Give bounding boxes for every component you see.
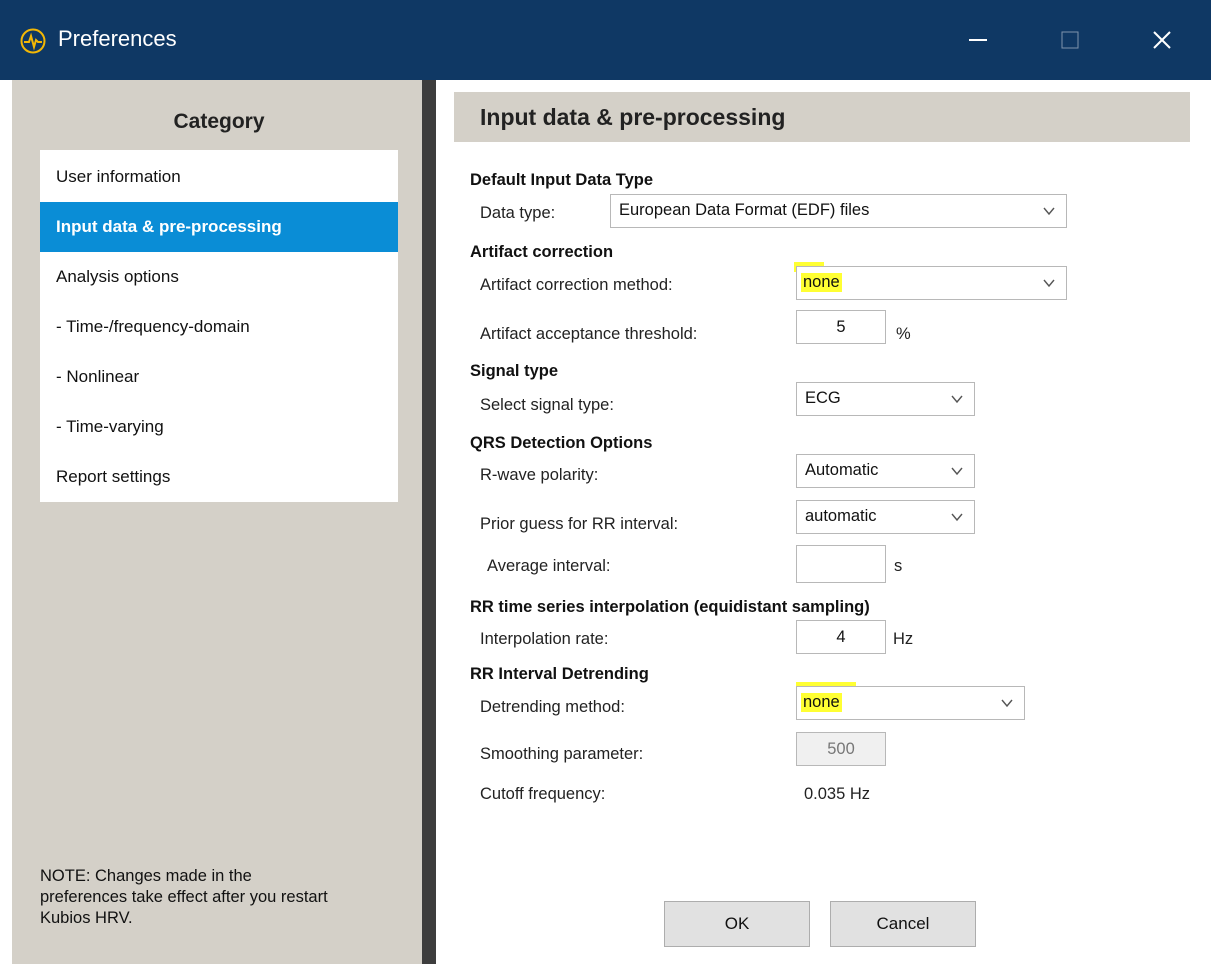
chevron-down-icon	[1043, 279, 1055, 288]
chevron-down-icon	[1001, 699, 1013, 708]
section-signal-type: Signal type	[470, 362, 559, 380]
section-interpolation: RR time series interpolation (equidistan…	[470, 598, 870, 616]
category-item-time-varying[interactable]: - Time-varying	[40, 402, 398, 452]
smoothing-parameter-input: 500	[796, 732, 886, 766]
category-item-nonlinear[interactable]: - Nonlinear	[40, 352, 398, 402]
category-item-report-settings[interactable]: Report settings	[40, 452, 398, 502]
average-interval-unit: s	[894, 557, 903, 575]
section-artifact-correction: Artifact correction	[470, 243, 614, 261]
data-type-dropdown[interactable]: European Data Format (EDF) files	[610, 194, 1067, 228]
category-item-analysis-options[interactable]: Analysis options	[40, 252, 398, 302]
title-bar: Preferences	[0, 0, 1211, 80]
smoothing-parameter-label: Smoothing parameter:	[480, 745, 644, 763]
chevron-down-icon	[951, 467, 963, 476]
signal-type-value: ECG	[805, 389, 841, 407]
interpolation-rate-unit: Hz	[893, 630, 914, 648]
chevron-down-icon	[951, 395, 963, 404]
minimize-button[interactable]	[955, 18, 1001, 62]
prior-guess-value: automatic	[805, 507, 877, 525]
cutoff-frequency-value: 0.035 Hz	[804, 785, 871, 803]
category-item-time-frequency[interactable]: - Time-/frequency-domain	[40, 302, 398, 352]
data-type-label: Data type:	[480, 204, 556, 222]
interpolation-rate-input[interactable]: 4	[796, 620, 886, 654]
panel-header: Input data & pre-processing	[454, 92, 1190, 142]
section-default-input: Default Input Data Type	[470, 171, 654, 189]
interpolation-rate-label: Interpolation rate:	[480, 630, 609, 648]
signal-type-dropdown[interactable]: ECG	[796, 382, 975, 416]
category-title: Category	[173, 110, 265, 133]
pane-divider[interactable]	[422, 80, 436, 964]
artifact-threshold-input[interactable]: 5	[796, 310, 886, 344]
section-qrs-detection: QRS Detection Options	[470, 434, 653, 452]
restart-note: NOTE: Changes made in the preferences ta…	[40, 867, 328, 927]
category-item-user-information[interactable]: User information	[40, 152, 398, 202]
panel-title: Input data & pre-processing	[480, 104, 786, 130]
detrending-method-value: none	[801, 693, 842, 712]
chevron-down-icon	[951, 513, 963, 522]
section-detrending: RR Interval Detrending	[470, 665, 649, 683]
ok-button[interactable]: OK	[664, 901, 810, 947]
threshold-unit: %	[896, 325, 911, 343]
polarity-dropdown[interactable]: Automatic	[796, 454, 975, 488]
cutoff-frequency-label: Cutoff frequency:	[480, 785, 606, 803]
detrending-method-label: Detrending method:	[480, 698, 625, 716]
artifact-method-dropdown[interactable]: none	[796, 266, 1067, 300]
detrending-method-dropdown[interactable]: none	[796, 686, 1025, 720]
average-interval-input[interactable]	[796, 545, 886, 583]
polarity-value: Automatic	[805, 461, 879, 479]
left-margin	[0, 80, 12, 964]
chevron-down-icon	[1043, 207, 1055, 216]
window-title: Preferences	[58, 26, 177, 51]
category-list: User information Input data & pre-proces…	[40, 150, 398, 502]
close-button[interactable]	[1139, 18, 1185, 62]
prior-guess-dropdown[interactable]: automatic	[796, 500, 975, 534]
polarity-label: R-wave polarity:	[480, 466, 599, 484]
kubios-logo-icon	[20, 28, 46, 54]
artifact-threshold-label: Artifact acceptance threshold:	[480, 325, 698, 343]
average-interval-label: Average interval:	[487, 557, 611, 575]
cancel-button[interactable]: Cancel	[830, 901, 976, 947]
data-type-value: European Data Format (EDF) files	[619, 201, 870, 219]
signal-type-label: Select signal type:	[480, 396, 614, 414]
prior-guess-label: Prior guess for RR interval:	[480, 515, 679, 533]
artifact-method-label: Artifact correction method:	[480, 276, 673, 294]
category-item-input-data[interactable]: Input data & pre-processing	[40, 202, 398, 252]
artifact-method-value: none	[801, 273, 842, 292]
maximize-button	[1047, 18, 1093, 62]
